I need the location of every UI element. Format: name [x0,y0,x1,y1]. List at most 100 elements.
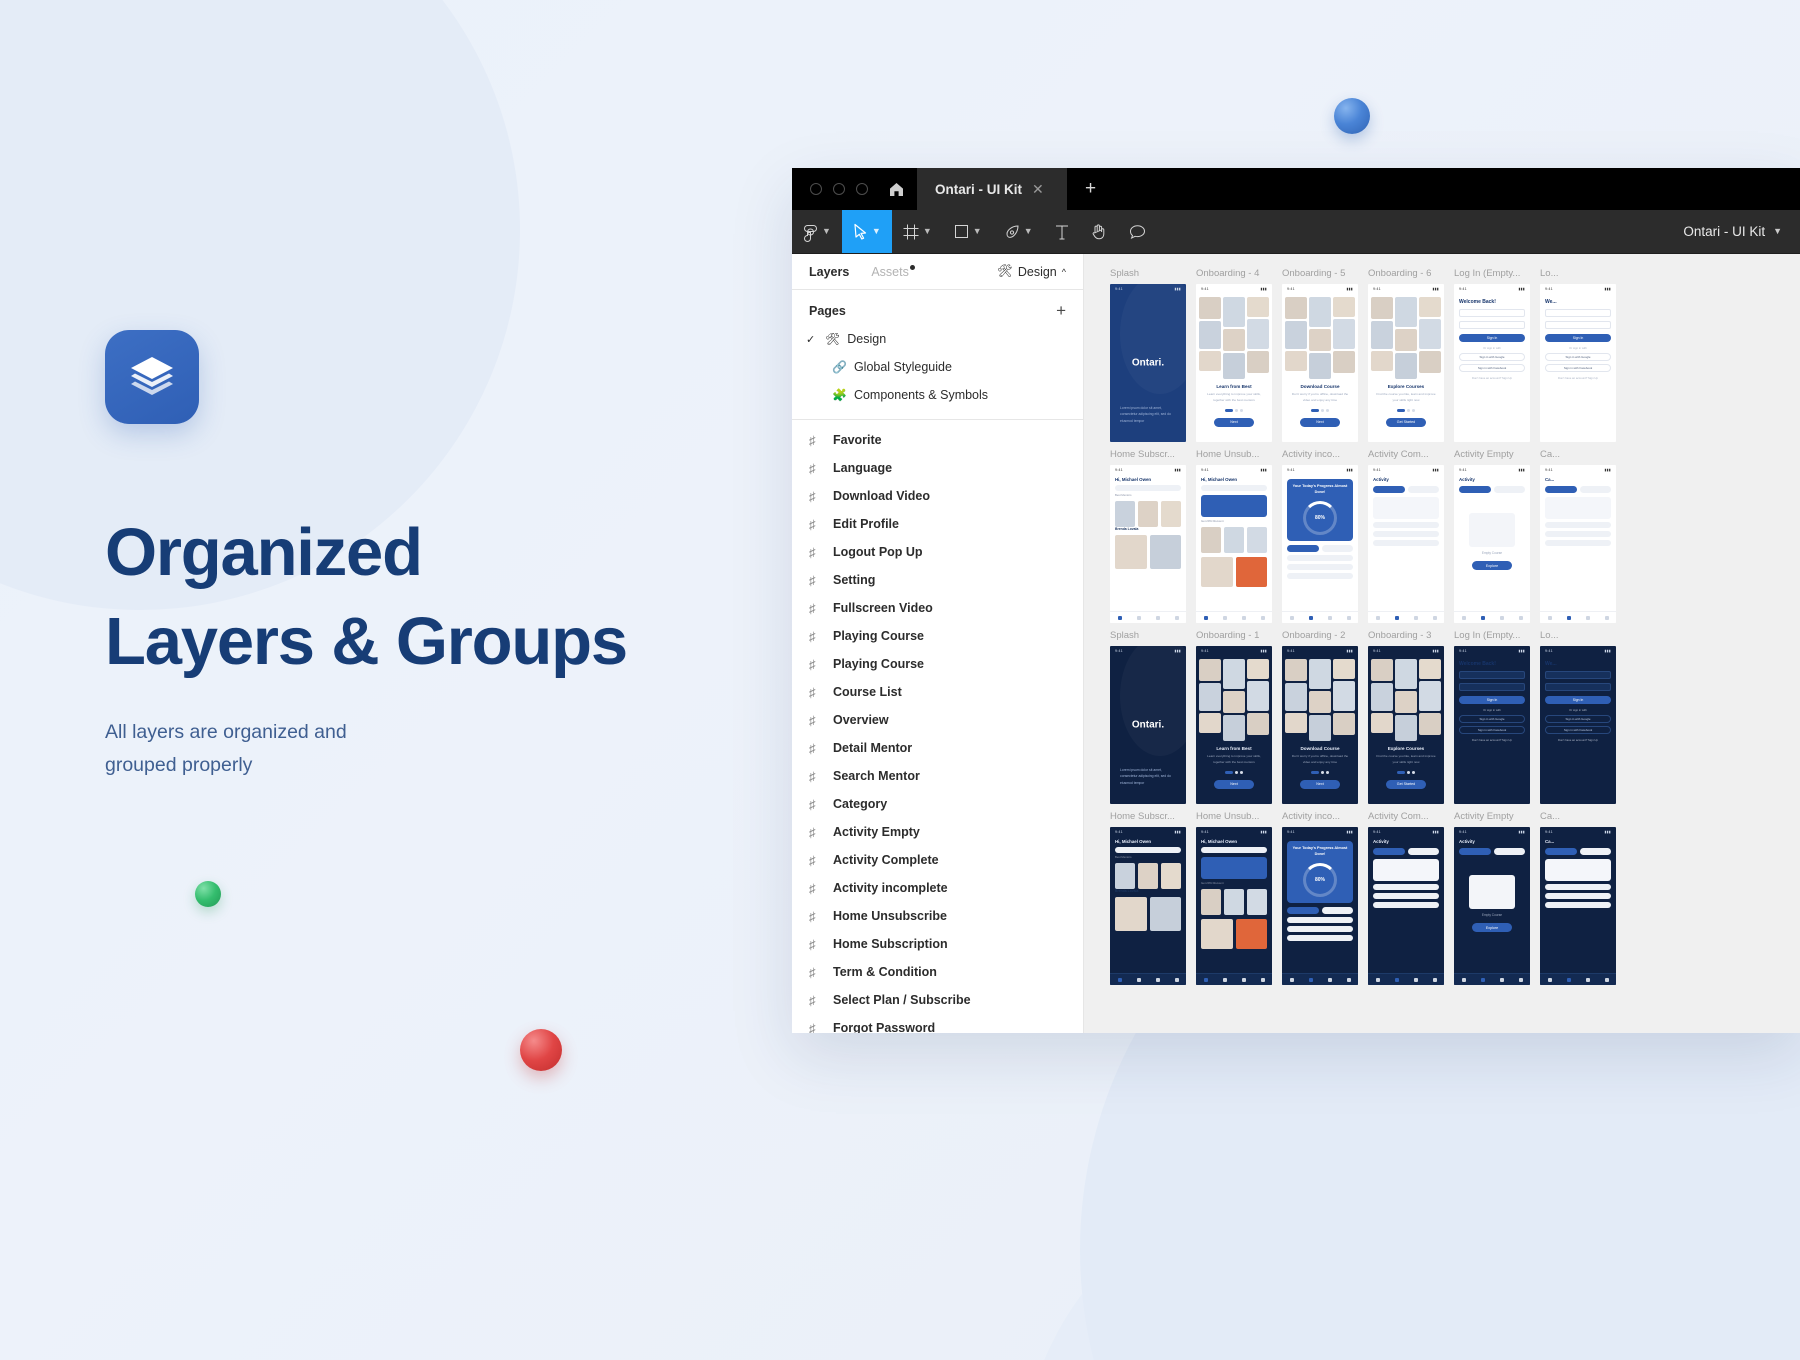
filter-chips[interactable] [1545,848,1611,855]
frame-thumbnail[interactable]: 9:41 ▮▮▮ Learn from Best Learn everything … [1196,646,1272,804]
frame-label[interactable]: Activity Com... [1368,449,1444,461]
course-thumb[interactable] [1235,919,1267,949]
course-thumb[interactable] [1115,535,1147,569]
sign-in-facebook-button[interactable]: Sign in with Facebook [1459,364,1525,372]
page-item-design[interactable]: ✓ 🛠 Design [792,325,1083,353]
canvas-frame[interactable]: Activity inco... 9:41 ▮▮▮ Your Today's Pr… [1282,449,1358,623]
list-item[interactable] [1287,555,1353,562]
filter-chips[interactable] [1459,486,1525,493]
explore-button[interactable]: Explore [1472,923,1512,932]
filter-chips[interactable] [1373,486,1439,493]
canvas-frame[interactable]: Splash 9:41 ▮▮▮ Ontari. Lorem ipsum dolor… [1110,630,1186,804]
shape-tool[interactable]: ▼ [943,210,993,253]
search-input[interactable] [1115,847,1181,853]
frame-label[interactable]: Lo... [1540,630,1616,642]
mentor-thumb[interactable] [1201,889,1221,915]
frame-thumbnail[interactable]: 9:41 ▮▮▮ Explore Courses Find the course y… [1368,284,1444,442]
layer-row[interactable]: ♯ Setting [792,566,1083,594]
layer-row[interactable]: ♯ Home Subscription [792,930,1083,958]
canvas-frame[interactable]: Home Subscr... 9:41 ▮▮▮ Hi, Michael Owen … [1110,811,1186,985]
layer-row[interactable]: ♯ Detail Mentor [792,734,1083,762]
frame-label[interactable]: Onboarding - 3 [1368,630,1444,642]
sign-in-button[interactable]: Sign In [1459,696,1525,704]
list-item[interactable] [1373,531,1439,537]
canvas-frame[interactable]: Splash 9:41 ▮▮▮ Ontari. Lorem ipsum dolor… [1110,268,1186,442]
bottom-tabbar[interactable] [1368,973,1444,985]
canvas-frame[interactable]: Onboarding - 4 9:41 ▮▮▮ Learn from Best Le… [1196,268,1272,442]
list-item[interactable] [1287,926,1353,933]
frame-label[interactable]: Onboarding - 1 [1196,630,1272,642]
frame-thumbnail[interactable]: 9:41 ▮▮▮ Explore Courses Find the course y… [1368,646,1444,804]
activity-card[interactable] [1373,497,1439,519]
frame-thumbnail[interactable]: 9:41 ▮▮▮ Download Course Don't worry if yo… [1282,646,1358,804]
canvas-frame[interactable]: Home Unsub... 9:41 ▮▮▮ Hi, Michael Owen G… [1196,449,1272,623]
list-item[interactable] [1373,893,1439,899]
layer-row[interactable]: ♯ Edit Profile [792,510,1083,538]
layer-row[interactable]: ♯ Term & Condition [792,958,1083,986]
frame-label[interactable]: Log In (Empty... [1454,630,1530,642]
mentor-thumb[interactable] [1161,501,1181,527]
layer-row[interactable]: ♯ Category [792,790,1083,818]
password-field[interactable] [1459,321,1525,329]
frame-label[interactable]: Activity Com... [1368,811,1444,823]
layer-row[interactable]: ♯ Activity Empty [792,818,1083,846]
home-button[interactable] [884,168,917,210]
canvas-frame[interactable]: Log In (Empty... 9:41 ▮▮▮ Welcome Back! Si… [1454,268,1530,442]
frame-label[interactable]: Activity inco... [1282,449,1358,461]
layer-row[interactable]: ♯ Home Unsubscribe [792,902,1083,930]
list-item[interactable] [1545,522,1611,528]
sign-in-google-button[interactable]: Sign in with Google [1545,715,1611,723]
course-thumb[interactable] [1201,919,1233,949]
mentor-thumb[interactable] [1161,863,1181,889]
password-field[interactable] [1545,321,1611,329]
canvas-frame[interactable]: Ca... 9:41 ▮▮▮ Ca... [1540,449,1616,623]
frame-label[interactable]: Onboarding - 4 [1196,268,1272,280]
frame-label[interactable]: Home Subscr... [1110,811,1186,823]
frame-thumbnail[interactable]: 9:41 ▮▮▮ Download Course Don't worry if yo… [1282,284,1358,442]
sign-in-google-button[interactable]: Sign in with Google [1459,715,1525,723]
bottom-tabbar[interactable] [1368,611,1444,623]
filter-chips[interactable] [1545,486,1611,493]
canvas-frame[interactable]: Ca... 9:41 ▮▮▮ Ca... [1540,811,1616,985]
canvas-frame[interactable]: Home Unsub... 9:41 ▮▮▮ Hi, Michael Owen G… [1196,811,1272,985]
canvas-frame[interactable]: Lo... 9:41 ▮▮▮ We... Sign In Or sign in wi… [1540,630,1616,804]
filter-chips[interactable] [1287,907,1353,915]
frame-label[interactable]: Onboarding - 5 [1282,268,1358,280]
email-field[interactable] [1545,671,1611,679]
canvas-frame[interactable]: Home Subscr... 9:41 ▮▮▮ Hi, Michael Owen … [1110,449,1186,623]
tab-layers[interactable]: Layers [809,265,849,279]
frame-label[interactable]: Home Subscr... [1110,449,1186,461]
canvas-frame[interactable]: Activity Com... 9:41 ▮▮▮ Activity [1368,811,1444,985]
frame-thumbnail[interactable]: 9:41 ▮▮▮ Activity Empty Course Explore [1454,827,1530,985]
layer-row[interactable]: ♯ Playing Course [792,622,1083,650]
canvas-frame[interactable]: Activity inco... 9:41 ▮▮▮ Your Today's Pr… [1282,811,1358,985]
frame-label[interactable]: Onboarding - 6 [1368,268,1444,280]
bottom-tabbar[interactable] [1196,973,1272,985]
course-thumb[interactable] [1235,557,1267,587]
activity-card[interactable] [1373,859,1439,881]
layer-row[interactable]: ♯ Forgot Password [792,1014,1083,1034]
canvas-frame[interactable]: Onboarding - 6 9:41 ▮▮▮ Explore Courses Fi… [1368,268,1444,442]
frame-thumbnail[interactable]: 9:41 ▮▮▮ We... Sign In Or sign in with Sig… [1540,284,1616,442]
frame-label[interactable]: Lo... [1540,268,1616,280]
sign-in-facebook-button[interactable]: Sign in with Facebook [1545,726,1611,734]
pen-tool[interactable]: ▼ [993,210,1044,253]
canvas-frame[interactable]: Onboarding - 1 9:41 ▮▮▮ Learn from Best Le… [1196,630,1272,804]
bottom-tabbar[interactable] [1540,611,1616,623]
bottom-tabbar[interactable] [1282,611,1358,623]
frame-thumbnail[interactable]: 9:41 ▮▮▮ Activity [1368,827,1444,985]
mentor-thumb[interactable] [1115,501,1135,527]
list-item[interactable] [1287,573,1353,580]
list-item[interactable] [1287,564,1353,571]
mentor-thumb[interactable] [1115,863,1135,889]
frame-thumbnail[interactable]: 9:41 ▮▮▮ Hi, Michael Owen Get 20% Discoun… [1196,465,1272,623]
frame-thumbnail[interactable]: 9:41 ▮▮▮ Hi, Michael Owen Best Mentors Br… [1110,465,1186,623]
frame-label[interactable]: Splash [1110,630,1186,642]
list-item[interactable] [1545,884,1611,890]
frame-thumbnail[interactable]: 9:41 ▮▮▮ Your Today's Progress Almost Don… [1282,827,1358,985]
page-item-components-symbols[interactable]: 🧩 Components & Symbols [792,381,1083,409]
mentor-thumb[interactable] [1247,527,1267,553]
frame-thumbnail[interactable]: 9:41 ▮▮▮ Learn from Best Learn everything … [1196,284,1272,442]
figma-menu-tool[interactable]: ▼ [792,210,842,253]
frame-label[interactable]: Activity Empty [1454,811,1530,823]
